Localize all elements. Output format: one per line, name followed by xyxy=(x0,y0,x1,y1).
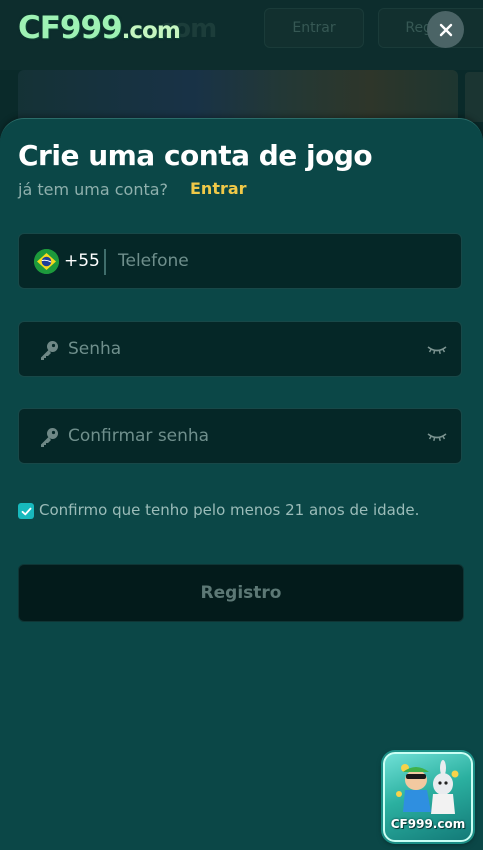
register-button[interactable]: Registro xyxy=(18,564,464,622)
confirm-password-field[interactable]: Confirmar senha xyxy=(18,408,462,464)
confirm-password-input-placeholder[interactable]: Confirmar senha xyxy=(68,426,209,446)
register-sheet: Crie uma conta de jogo já tem uma conta?… xyxy=(0,118,483,850)
password-input-placeholder[interactable]: Senha xyxy=(68,339,121,359)
promo-floating-button[interactable]: CF999.com xyxy=(383,752,473,842)
promo-label: CF999.com xyxy=(390,817,466,831)
age-confirm-checkbox[interactable] xyxy=(18,503,34,519)
sheet-title: Crie uma conta de jogo xyxy=(18,139,373,172)
checkmark-icon xyxy=(21,507,31,515)
login-link[interactable]: Entrar xyxy=(190,179,247,198)
eye-closed-icon[interactable] xyxy=(427,343,447,357)
logo-main-text: CF999 xyxy=(18,10,123,46)
background-banner xyxy=(18,70,458,125)
background-banner-edge xyxy=(465,72,483,122)
logo-suffix-text: .com xyxy=(121,18,181,44)
country-code[interactable]: +55 xyxy=(64,251,100,271)
password-field[interactable]: Senha xyxy=(18,321,462,377)
background-enter-button: Entrar xyxy=(264,8,364,48)
close-icon xyxy=(439,23,452,36)
phone-input-placeholder[interactable]: Telefone xyxy=(118,251,189,271)
eye-closed-icon[interactable] xyxy=(427,430,447,444)
phone-field[interactable]: +55 Telefone xyxy=(18,233,462,289)
key-icon xyxy=(41,341,58,360)
site-logo: CF999 .com xyxy=(18,10,181,50)
phone-divider xyxy=(104,249,106,275)
key-icon xyxy=(41,428,58,447)
have-account-text: já tem uma conta? xyxy=(18,180,169,199)
close-button[interactable] xyxy=(427,11,464,48)
age-confirm-label[interactable]: Confirmo que tenho pelo menos 21 anos de… xyxy=(39,501,419,519)
brazil-flag-icon[interactable] xyxy=(34,249,59,274)
